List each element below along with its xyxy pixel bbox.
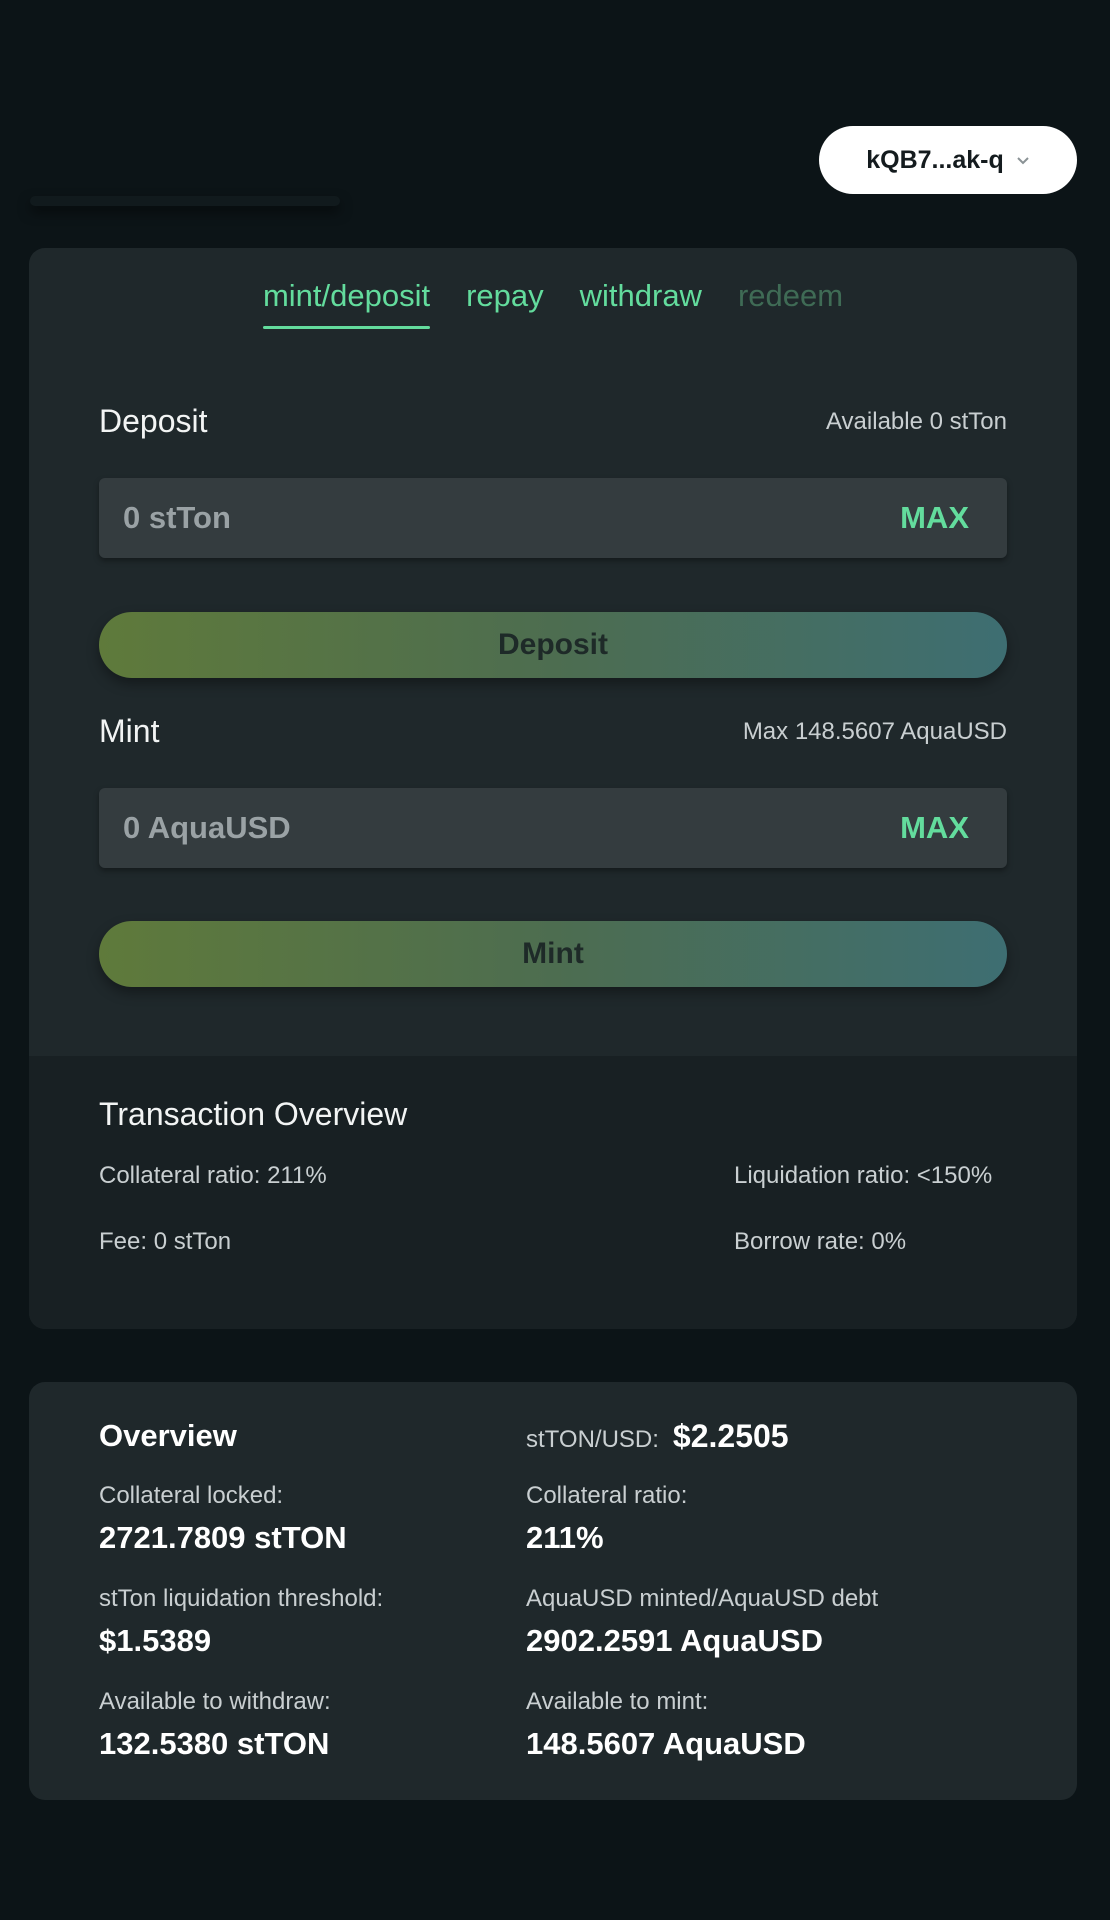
deposit-available: Available 0 stTon — [825, 408, 1007, 435]
mint-amount-field: MAX — [99, 788, 1007, 868]
stat-value: 2902.2591 AquaUSD — [526, 1623, 823, 1658]
deposit-label: Deposit — [99, 403, 208, 439]
mint-input[interactable] — [121, 809, 725, 847]
stat-aquausd-debt: AquaUSD minted/AquaUSD debt 2902.2591 Aq… — [526, 1585, 946, 1659]
stat-available-withdraw: Available to withdraw: 132.5380 stTON — [99, 1688, 519, 1762]
stat-value: 132.5380 stTON — [99, 1726, 330, 1761]
page: kQB7...ak-q mint/deposit repay withdraw … — [0, 0, 1110, 1920]
stat-liquidation-threshold: stTon liquidation threshold: $1.5389 — [99, 1585, 519, 1659]
stat-available-mint: Available to mint: 148.5607 AquaUSD — [526, 1688, 946, 1762]
deposit-amount-field: MAX — [99, 478, 1007, 558]
stat-label: Available to withdraw: — [99, 1688, 331, 1715]
overview-title: Overview — [99, 1418, 237, 1453]
mint-max-button[interactable]: MAX — [900, 810, 969, 846]
stat-label: AquaUSD minted/AquaUSD debt — [526, 1585, 879, 1612]
stat-collateral-locked: Collateral locked: 2721.7809 stTON — [99, 1482, 519, 1556]
stat-value: $1.5389 — [99, 1623, 212, 1658]
stat-label: Available to mint: — [526, 1688, 709, 1715]
wallet-address-button[interactable]: kQB7...ak-q — [819, 126, 1077, 194]
price-label: stTON/USD: — [526, 1426, 659, 1453]
mint-deposit-card: mint/deposit repay withdraw redeem Depos… — [29, 248, 1077, 1329]
deposit-max-button[interactable]: MAX — [900, 500, 969, 536]
transaction-overview-title: Transaction Overview — [99, 1096, 408, 1132]
tx-liquidation-ratio: Liquidation ratio: <150% — [734, 1162, 993, 1189]
tab-withdraw[interactable]: withdraw — [580, 278, 702, 328]
stat-label: Collateral ratio: — [526, 1482, 688, 1509]
stat-collateral-ratio: Collateral ratio: 211% — [526, 1482, 946, 1556]
transaction-overview: Transaction Overview Collateral ratio: 2… — [29, 1056, 1077, 1329]
stat-value: 211% — [526, 1520, 604, 1555]
header-divider — [30, 196, 340, 206]
tx-collateral-ratio: Collateral ratio: 211% — [99, 1162, 327, 1189]
price-display: stTON/USD: $2.2505 — [526, 1418, 789, 1455]
stat-label: Collateral locked: — [99, 1482, 284, 1509]
deposit-button[interactable]: Deposit — [99, 612, 1007, 678]
price-value: $2.2505 — [672, 1418, 789, 1454]
stat-label: stTon liquidation threshold: — [99, 1585, 384, 1612]
tab-bar: mint/deposit repay withdraw redeem — [29, 278, 1077, 329]
mint-max-hint: Max 148.5607 AquaUSD — [742, 718, 1007, 745]
tx-fee: Fee: 0 stTon — [99, 1228, 232, 1255]
stat-value: 2721.7809 stTON — [99, 1520, 347, 1555]
deposit-input[interactable] — [121, 499, 725, 537]
mint-label: Mint — [99, 713, 160, 749]
tab-redeem[interactable]: redeem — [738, 278, 843, 328]
mint-button[interactable]: Mint — [99, 921, 1007, 987]
tx-borrow-rate: Borrow rate: 0% — [734, 1228, 907, 1255]
overview-card: Overview stTON/USD: $2.2505 Collateral l… — [29, 1382, 1077, 1800]
tab-repay[interactable]: repay — [466, 278, 544, 328]
tab-mint-deposit[interactable]: mint/deposit — [262, 278, 431, 329]
stat-value: 148.5607 AquaUSD — [526, 1726, 806, 1761]
chevron-down-icon — [1017, 157, 1029, 165]
wallet-address: kQB7...ak-q — [866, 145, 1004, 174]
